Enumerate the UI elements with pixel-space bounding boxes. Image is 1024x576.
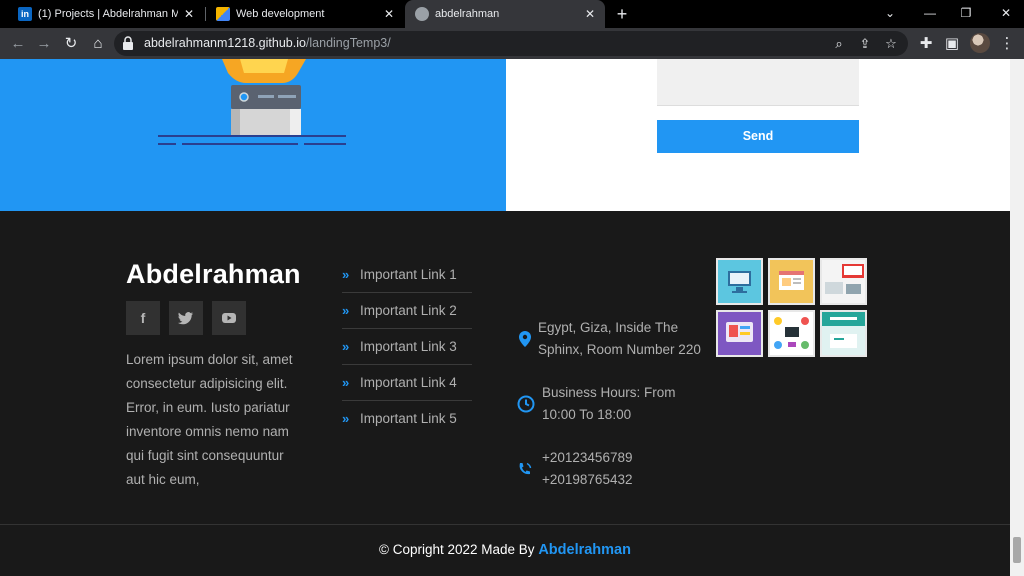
hours-line-2: 10:00 To 18:00 [542,407,632,422]
avatar[interactable] [970,33,990,53]
phone-info: +20123456789 +20198765432 [542,447,632,491]
twitter-bird-icon [178,312,194,325]
link-label: Important Link 2 [360,302,457,318]
tab-label: abdelrahman [435,8,500,20]
browser-window-icon [779,271,804,290]
close-icon[interactable]: ✕ [382,7,396,21]
url-text: abdelrahmanm1218.github.io/landingTemp3/ [144,36,391,50]
tab-strip: in (1) Projects | Abdelrahman Mahmoud ✕ … [0,0,1024,28]
footer: Abdelrahman f Lorem ipsum dolor sit, ame… [0,211,1010,524]
important-link-2[interactable]: » Important Link 2 [342,293,472,329]
phone-volume-icon [519,462,532,475]
gallery-thumb[interactable] [716,258,763,305]
send-button[interactable]: Send [657,120,859,153]
url-path: /landingTemp3/ [305,36,391,50]
lock-icon [123,36,133,50]
workspace-photo-icon [825,264,864,294]
address-line-2: Sphinx, Room Number 220 [538,342,701,357]
business-hours-info: Business Hours: From 10:00 To 18:00 [542,382,676,426]
back-icon[interactable]: ← [7,33,29,55]
double-chevron-icon: » [342,338,349,354]
linkedin-icon: in [18,7,32,21]
important-link-1[interactable]: » Important Link 1 [342,257,472,293]
footer-about-text: Lorem ipsum dolor sit, amet consectetur … [126,352,293,487]
gallery-thumb[interactable] [820,310,867,357]
tab-linkedin[interactable]: in (1) Projects | Abdelrahman Mahmoud ✕ [8,0,204,28]
contact-illustration-panel [0,59,506,211]
gallery-thumb[interactable] [820,258,867,305]
copyright-text: © Copright 2022 Made By Abdelrahman [0,542,1010,558]
message-textarea[interactable] [657,59,859,106]
page-viewport: Send Abdelrahman f Lorem ipsum dolor sit… [0,59,1010,576]
tab-search-icon[interactable]: ⌄ [872,0,908,28]
important-link-3[interactable]: » Important Link 3 [342,329,472,365]
tab-abdelrahman[interactable]: abdelrahman ✕ [405,0,605,28]
forward-icon[interactable]: → [33,33,55,55]
double-chevron-icon: » [342,266,349,282]
phone-1[interactable]: +20123456789 [542,447,632,469]
new-tab-button[interactable]: + [612,4,632,24]
footer-bottom-bar: © Copright 2022 Made By Abdelrahman [0,524,1010,576]
extensions-icon[interactable]: ✚ [915,33,937,55]
home-icon[interactable]: ⌂ [87,33,109,55]
minimize-icon[interactable]: — [912,0,948,28]
desktop-illustration-icon [728,271,751,293]
link-label: Important Link 5 [360,411,457,426]
tab-label: (1) Projects | Abdelrahman Mahmoud [38,8,178,20]
important-link-4[interactable]: » Important Link 4 [342,365,472,401]
scrollbar-thumb[interactable] [1013,537,1021,563]
tab-web-development[interactable]: Web development ✕ [206,0,404,28]
restore-icon[interactable]: ❐ [948,0,984,28]
url-host: abdelrahmanm1218.github.io [144,36,306,50]
zoom-icon[interactable]: ⌕ [830,35,848,53]
window-close-icon[interactable]: ✕ [988,0,1024,28]
gallery-thumb[interactable] [768,258,815,305]
address-info: Egypt, Giza, Inside The Sphinx, Room Num… [538,317,701,361]
web-elements-icon [774,317,809,349]
address-bar[interactable]: abdelrahmanm1218.github.io/landingTemp3/… [114,31,908,56]
menu-icon[interactable]: ⋮ [996,33,1018,55]
gallery-thumb[interactable] [768,310,815,357]
contact-form: Send [506,59,1010,211]
close-icon[interactable]: ✕ [583,7,597,21]
youtube-play-icon [222,313,236,323]
double-chevron-icon: » [342,411,349,426]
gallery-thumb[interactable] [716,310,763,357]
twitter-icon[interactable] [169,301,203,335]
location-pin-icon [519,331,531,347]
clock-icon [517,395,535,413]
tab-label: Web development [236,8,325,20]
link-label: Important Link 3 [360,338,457,354]
browser-toolbar: ← → ↻ ⌂ abdelrahmanm1218.github.io/landi… [0,28,1024,59]
facebook-icon[interactable]: f [126,301,160,335]
bookmark-star-icon[interactable]: ☆ [882,35,900,53]
share-icon[interactable]: ⇪ [856,35,874,53]
page-scrollbar[interactable] [1010,59,1024,576]
important-links: » Important Link 1 » Important Link 2 » Imp… [342,257,472,437]
web-dev-icon [216,7,230,21]
phone-2[interactable]: +20198765432 [542,469,632,491]
brush-illustration [158,59,346,145]
copyright-author[interactable]: Abdelrahman [538,542,631,558]
hours-line-1: Business Hours: From [542,385,676,400]
youtube-icon[interactable] [212,301,246,335]
reload-icon[interactable]: ↻ [60,33,82,55]
web-design-banner-icon [822,312,865,348]
link-label: Important Link 1 [360,266,457,282]
important-link-5[interactable]: » Important Link 5 [342,401,472,437]
double-chevron-icon: » [342,302,349,318]
close-icon[interactable]: ✕ [182,7,196,21]
copyright-prefix: © Copright 2022 Made By [379,542,535,557]
address-line-1: Egypt, Giza, Inside The [538,320,679,335]
mobile-design-icon [726,322,753,342]
side-panel-icon[interactable]: ▣ [941,33,963,55]
link-label: Important Link 4 [360,374,457,390]
double-chevron-icon: » [342,374,349,390]
globe-icon [415,7,429,21]
footer-brand: Abdelrahman [126,259,301,289]
